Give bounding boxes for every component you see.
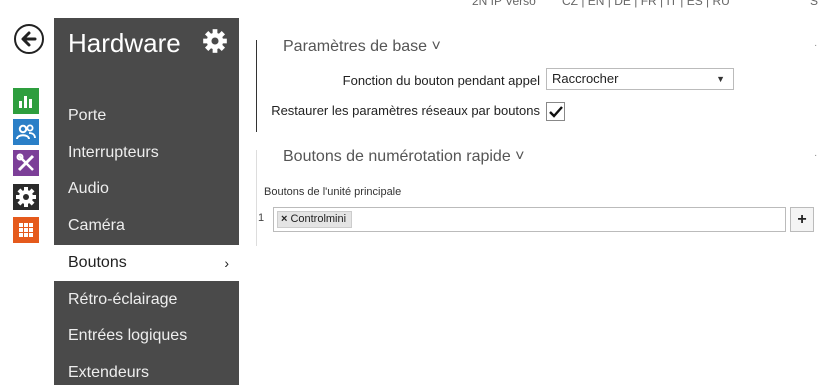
token-label: Controlmini: [290, 213, 347, 225]
hardware-menu-button[interactable]: [13, 150, 39, 176]
speed-dial-title[interactable]: Boutons de numérotation rapide ˅: [283, 148, 525, 166]
tools-icon: [16, 153, 35, 172]
logout-link[interactable]: Sorti: [810, 0, 818, 8]
edge-mark: ·: [814, 150, 818, 161]
system-menu-button[interactable]: [13, 217, 39, 243]
sidebar-item-camera[interactable]: Caméra: [54, 208, 239, 244]
bar-chart-icon: [19, 96, 32, 108]
gear-icon: [16, 187, 36, 207]
services-menu-button[interactable]: [13, 184, 39, 210]
remove-token-icon[interactable]: ×: [281, 213, 287, 225]
speed-dial-input[interactable]: × Controlmini: [273, 207, 786, 232]
edge-mark: ·: [814, 40, 818, 51]
button-function-label: Fonction du bouton pendant appel: [342, 73, 540, 88]
language-selector[interactable]: CZ | EN | DE | FR | IT | ES | RU: [562, 0, 730, 8]
sidebar-item-audio[interactable]: Audio: [54, 171, 239, 207]
sidebar-item-extendeurs[interactable]: Extendeurs: [54, 355, 239, 391]
sidebar-item-label: Audio: [68, 180, 109, 197]
button-function-select[interactable]: Raccrocher ▼: [546, 68, 734, 90]
sidebar-item-label: Rétro-éclairage: [68, 291, 178, 308]
row-number: 1: [258, 212, 265, 224]
back-button[interactable]: [14, 24, 44, 54]
sidebar-item-label: Extendeurs: [68, 364, 149, 381]
sidebar-item-label: Caméra: [68, 217, 125, 234]
sidebar-item-label: Interrupteurs: [68, 144, 159, 161]
users-icon: [16, 124, 36, 140]
sidebar-item-boutons[interactable]: Boutons ›: [54, 245, 239, 281]
arrow-left-icon: [21, 31, 37, 47]
sidebar-item-entrees-logiques[interactable]: Entrées logiques: [54, 318, 239, 354]
sidebar-item-label: Boutons: [68, 254, 127, 271]
main-unit-buttons-label: Boutons de l'unité principale: [264, 186, 402, 198]
base-settings-section: [256, 40, 257, 132]
button-function-value: Raccrocher: [552, 71, 619, 86]
checkmark-icon: [548, 105, 563, 118]
sidebar-item-interrupteurs[interactable]: Interrupteurs: [54, 135, 239, 171]
sidebar-item-label: Porte: [68, 107, 107, 124]
sidebar-item-label: Entrées logiques: [68, 327, 188, 344]
speed-dial-section: [256, 150, 257, 246]
sidebar-item-retro-eclairage[interactable]: Rétro-éclairage: [54, 282, 239, 318]
chevron-right-icon: ›: [224, 255, 229, 271]
caret-down-icon: ▼: [716, 74, 725, 84]
add-button[interactable]: +: [790, 207, 814, 232]
restore-network-checkbox[interactable]: [546, 102, 565, 121]
top-bar: 2N IP Verso CZ | EN | DE | FR | IT | ES …: [250, 0, 818, 18]
sidebar: Hardware Porte Interrupteurs Audio Camér…: [54, 18, 239, 385]
restore-network-label: Restaurer les paramètres réseaux par bou…: [271, 103, 540, 118]
sidebar-title: Hardware: [68, 28, 181, 58]
base-settings-title[interactable]: Paramètres de base ˅: [283, 38, 441, 56]
grid-icon: [19, 223, 33, 237]
sidebar-item-porte[interactable]: Porte: [54, 98, 239, 134]
directory-menu-button[interactable]: [13, 119, 39, 145]
selected-token: × Controlmini: [277, 211, 353, 228]
gear-icon[interactable]: [202, 28, 228, 54]
status-menu-button[interactable]: [13, 88, 39, 114]
device-name: 2N IP Verso: [472, 0, 536, 8]
